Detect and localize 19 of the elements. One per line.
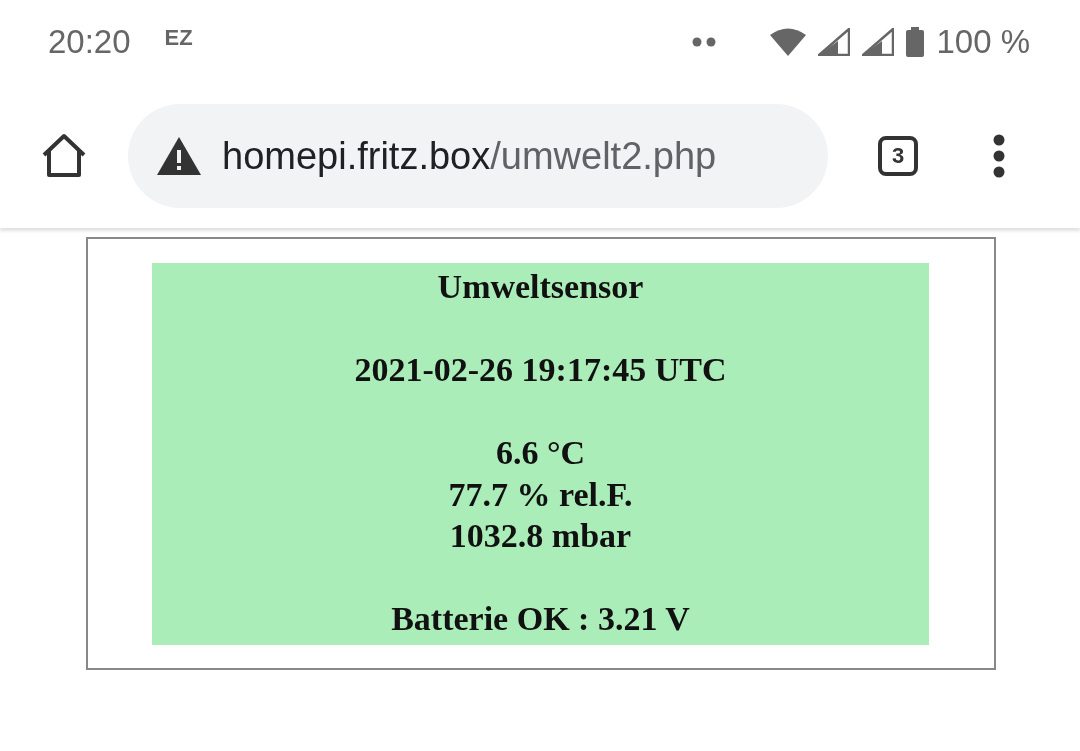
warning-icon — [156, 136, 202, 176]
sensor-reading: 1032.8 mbar — [449, 516, 632, 556]
sensor-reading: Umweltsensor — [437, 267, 644, 307]
signal-icon — [818, 28, 851, 56]
tab-switcher-button[interactable]: 3 — [878, 136, 918, 176]
home-icon[interactable] — [40, 133, 88, 179]
url-text: homepi.fritz.box/umwelt2.php — [222, 134, 717, 178]
wifi-icon — [770, 28, 807, 56]
battery-icon — [906, 27, 925, 57]
sensor-reading: Batterie OK : 3.21 V — [391, 599, 690, 639]
address-bar[interactable]: homepi.fritz.box/umwelt2.php — [128, 104, 828, 208]
sensor-reading: 6.6 °C — [495, 433, 586, 473]
sensor-reading: 77.7 % rel.F. — [448, 474, 633, 515]
battery-percentage: 100 % — [936, 23, 1030, 61]
signal-icon — [862, 28, 895, 56]
status-time: 20:20 — [48, 23, 131, 61]
menu-icon[interactable] — [992, 134, 1006, 178]
app-notification-icon: EZ — [164, 25, 193, 51]
sensor-reading: 2021-02-26 19:17:45 UTC — [354, 350, 727, 390]
